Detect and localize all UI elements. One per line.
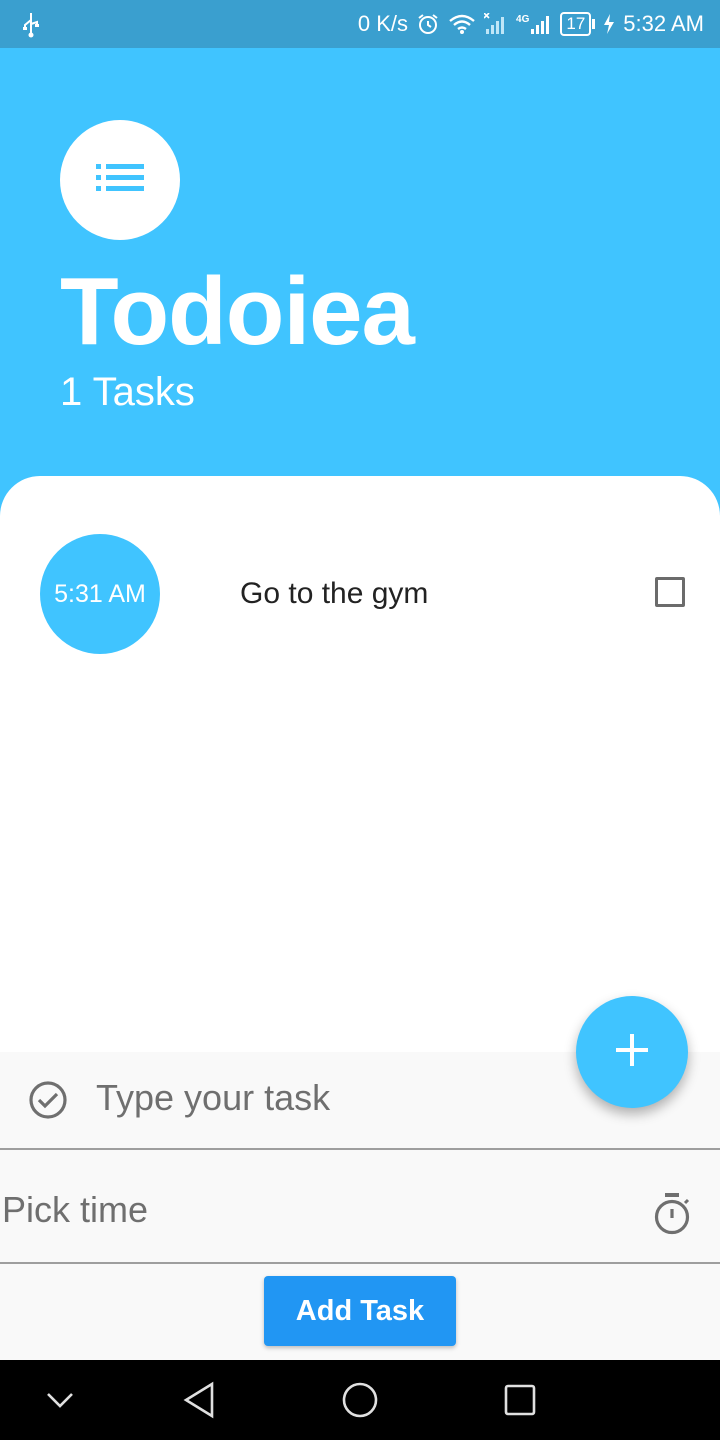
usb-icon (20, 12, 42, 43)
network-speed: 0 K/s (357, 11, 409, 36)
battery-level: 17 (566, 14, 586, 33)
task-time: 5:31 AM (54, 579, 146, 608)
app-title: Todoiea (60, 258, 415, 365)
pick-time-field[interactable]: Pick time (0, 1148, 720, 1264)
signal-icon (484, 13, 508, 35)
charging-icon (603, 13, 615, 35)
chevron-down-icon[interactable] (44, 1386, 76, 1419)
task-count: 1 Tasks (60, 370, 195, 414)
wifi-icon (448, 13, 476, 35)
navigation-bar (0, 1360, 720, 1440)
network-type: 4G (516, 14, 530, 25)
task-title: Go to the gym (240, 577, 429, 610)
task-item[interactable]: 5:31 AM Go to the gym (0, 534, 720, 654)
task-done-checkbox[interactable] (655, 577, 685, 607)
alarm-icon (416, 12, 440, 36)
timer-icon[interactable] (652, 1192, 692, 1241)
list-icon (96, 163, 144, 198)
task-time-badge: 5:31 AM (40, 534, 160, 654)
check-circle-icon (28, 1080, 68, 1125)
task-input[interactable] (96, 1072, 556, 1124)
app-icon (60, 120, 180, 240)
status-bar: 0 K/s 4G 17 5:32 AM (0, 0, 720, 48)
signal-4g-icon: 4G (516, 13, 552, 35)
add-task-button[interactable]: Add Task (264, 1276, 456, 1346)
plus-icon (614, 1032, 650, 1073)
home-icon[interactable] (340, 1380, 380, 1425)
add-fab-button[interactable] (576, 996, 688, 1108)
battery-icon: 17 (560, 12, 596, 36)
recent-apps-icon[interactable] (502, 1380, 538, 1425)
back-icon[interactable] (182, 1380, 218, 1425)
status-time: 5:32 AM (623, 11, 704, 36)
pick-time-label: Pick time (2, 1189, 149, 1230)
